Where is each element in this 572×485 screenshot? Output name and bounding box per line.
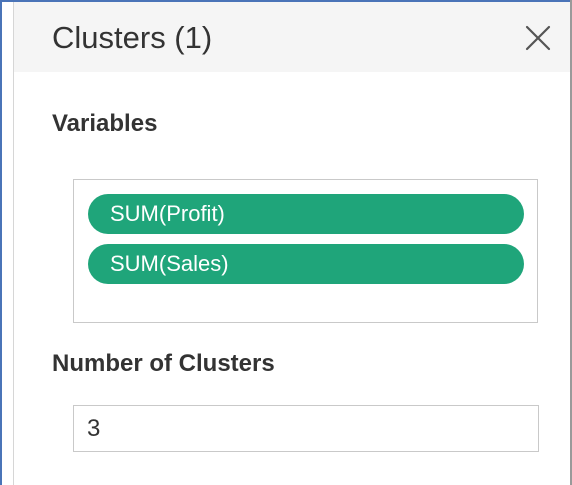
window-border-left — [0, 0, 2, 485]
clusters-dialog-frame: Clusters (1) Variables SUM(Profit) SUM(S… — [0, 0, 572, 485]
panel-title: Clusters (1) — [52, 20, 213, 55]
variable-pill-sum-sales[interactable]: SUM(Sales) — [88, 244, 524, 284]
panel-header: Clusters (1) — [14, 2, 570, 72]
variables-label: Variables — [52, 110, 158, 137]
close-button[interactable] — [524, 24, 552, 52]
variables-drop-area[interactable]: SUM(Profit) SUM(Sales) — [73, 179, 538, 323]
variable-pill-label: SUM(Sales) — [110, 251, 229, 276]
variable-pill-label: SUM(Profit) — [110, 201, 225, 226]
close-icon — [525, 25, 551, 51]
clusters-panel: Clusters (1) Variables SUM(Profit) SUM(S… — [13, 2, 570, 485]
variable-pill-sum-profit[interactable]: SUM(Profit) — [88, 194, 524, 234]
number-of-clusters-input[interactable] — [73, 405, 539, 452]
number-of-clusters-label: Number of Clusters — [52, 350, 275, 377]
